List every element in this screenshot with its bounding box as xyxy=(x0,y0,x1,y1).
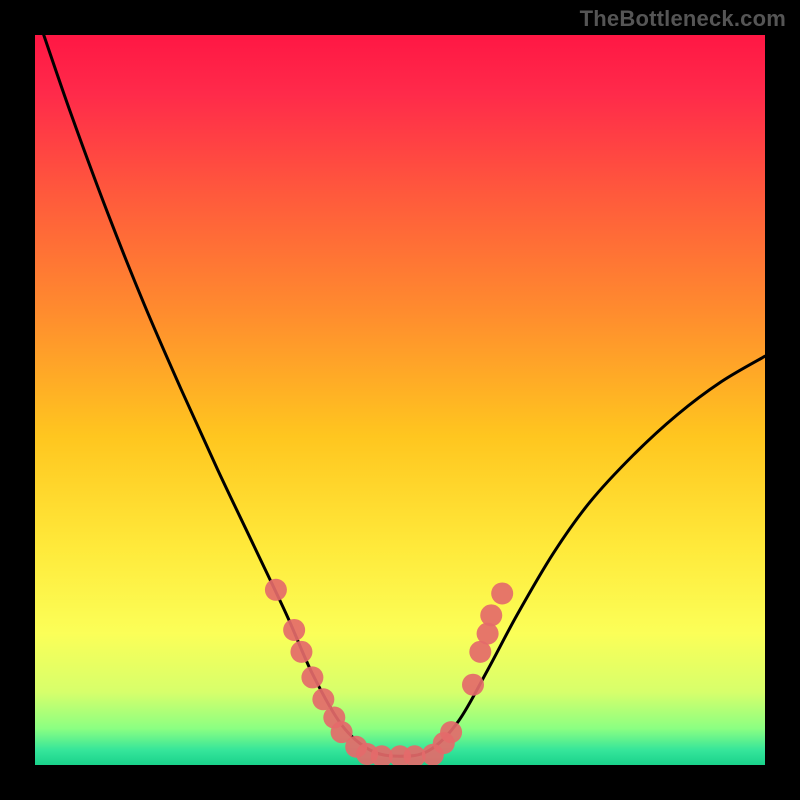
data-point xyxy=(480,604,502,626)
data-point xyxy=(462,674,484,696)
data-point xyxy=(301,666,323,688)
data-point xyxy=(265,579,287,601)
chart-container: TheBottleneck.com xyxy=(0,0,800,800)
data-point xyxy=(433,732,455,754)
data-point xyxy=(491,582,513,604)
bottleneck-curve xyxy=(35,35,765,765)
data-point xyxy=(477,623,499,645)
plot-area xyxy=(35,35,765,765)
curve-path xyxy=(44,35,765,756)
data-point xyxy=(290,641,312,663)
watermark-text: TheBottleneck.com xyxy=(580,6,786,32)
data-point xyxy=(283,619,305,641)
data-point xyxy=(312,688,334,710)
